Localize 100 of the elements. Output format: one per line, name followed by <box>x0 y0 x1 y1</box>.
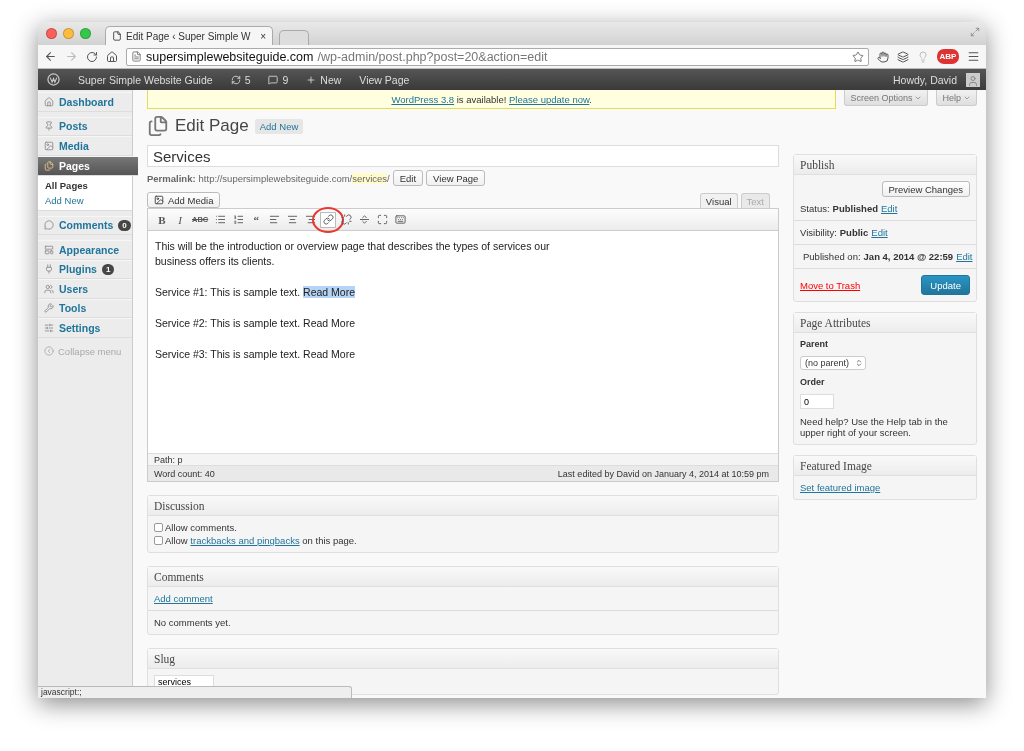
menu-icon[interactable] <box>967 50 980 63</box>
menu-item[interactable]: Appearance <box>38 240 132 260</box>
checkbox[interactable] <box>154 523 163 532</box>
close-light-icon[interactable] <box>46 28 57 39</box>
publish-label: Visibility: <box>800 227 837 238</box>
pages-icon <box>147 115 169 137</box>
hand-icon[interactable] <box>877 50 889 63</box>
star-icon[interactable] <box>852 50 864 63</box>
title-field[interactable]: Services <box>147 145 779 167</box>
paragraph: Service #2: This is sample text. Read More <box>155 316 356 331</box>
view-page-button[interactable]: View Page <box>426 170 486 186</box>
avatar-icon <box>966 72 980 87</box>
parent-select[interactable]: (no parent) <box>800 356 866 370</box>
status-bar: javascript:; <box>38 686 352 698</box>
page-title: Edit Page <box>175 116 249 136</box>
submenu-item[interactable]: Add New <box>45 194 132 206</box>
site-name-link[interactable]: Super Simple Website Guide <box>69 69 222 90</box>
menu-item[interactable]: Posts <box>38 116 132 136</box>
publish-panel: Publish Preview Changes Status: Published Edit Visibility: Public Edit Published on: Jan 4, 2014 @ 22:59 Edit Move to Trash Update <box>793 154 977 302</box>
wrench-icon <box>44 303 54 314</box>
text-link[interactable]: WordPress 3.8 <box>391 93 455 105</box>
link-icon[interactable] <box>320 211 337 228</box>
page-attributes-panel: Page Attributes Parent (no parent) Order 0 Need help? Use the Help tab in the upper right of your screen. <box>793 312 977 445</box>
paragraph: This will be the introduction or overview page that describes the types of services our business offers its clients. <box>155 239 551 269</box>
house-icon <box>44 96 54 107</box>
minimize-light-icon[interactable] <box>63 28 74 39</box>
discussion-panel: Discussion Allow comments. Allow trackbacks and pingbacks on this page. <box>147 495 779 553</box>
order-field[interactable]: 0 <box>800 394 834 409</box>
menu-item[interactable]: Settings <box>38 318 132 338</box>
layout-icon <box>44 244 54 255</box>
account-link[interactable]: Howdy, David <box>884 69 966 90</box>
menu-item[interactable]: Users <box>38 279 132 299</box>
unlink-icon[interactable] <box>338 211 355 228</box>
updates-link[interactable]: 5 <box>221 69 260 90</box>
path-text: Path: p <box>148 453 778 465</box>
edit-link[interactable]: Edit <box>871 227 888 238</box>
plus-icon <box>306 74 317 85</box>
add-new-button[interactable]: Add New <box>254 118 304 134</box>
checkbox-label: Allow trackbacks and pingbacks on this page. <box>165 535 357 546</box>
users-icon <box>44 283 54 294</box>
menu-item[interactable]: Comments 0 <box>38 215 132 235</box>
update-notice: WordPress 3.8 is available! Please update now. <box>147 90 837 109</box>
publish-value: Jan 4, 2014 @ 22:59 <box>863 251 954 262</box>
wordpress-logo-icon[interactable] <box>47 73 60 86</box>
screen-tab-button[interactable]: Help <box>936 90 977 106</box>
publish-value: Published <box>832 203 878 214</box>
comments-link[interactable]: 9 <box>259 69 298 90</box>
home-icon[interactable] <box>106 50 118 63</box>
set-featured-image-link[interactable]: Set featured image <box>800 482 970 493</box>
help-text: Need help? Use the Help tab in the upper right of your screen. <box>800 416 949 438</box>
add-media-button[interactable]: Add Media <box>147 192 221 208</box>
speech-bubble-icon <box>268 74 279 85</box>
menu-item[interactable]: Dashboard <box>38 92 132 112</box>
update-button[interactable]: Update <box>921 275 970 295</box>
reload-icon[interactable] <box>86 50 98 63</box>
move-to-trash-link[interactable]: Move to Trash <box>800 279 861 291</box>
edit-link[interactable]: Edit <box>881 203 898 214</box>
italic-button[interactable]: I <box>172 211 188 228</box>
last-edited-text: Last edited by David on January 4, 2014 at 10:59 pm <box>557 468 769 479</box>
speech-bubble-icon <box>44 220 54 231</box>
menu-item[interactable]: Tools <box>38 298 132 318</box>
layers-icon[interactable] <box>897 50 909 63</box>
menu-item[interactable]: Plugins 1 <box>38 259 132 279</box>
bold-button[interactable]: B <box>154 211 170 228</box>
address-bar[interactable]: supersimplewebsiteguide.com /wp-admin/post.php?post=20&action=edit <box>126 47 869 66</box>
back-icon[interactable] <box>44 50 57 63</box>
select-arrows-icon <box>855 359 863 367</box>
featured-image-panel: Featured Image Set featured image <box>793 455 977 500</box>
word-count: Word count: 40 <box>154 468 215 479</box>
text-link[interactable]: trackbacks and pingbacks <box>190 535 300 546</box>
screen-tab-button[interactable]: Screen Options <box>844 90 929 106</box>
permalink-label: Permalink: <box>147 172 196 184</box>
view-page-link[interactable]: View Page <box>350 69 419 90</box>
parent-label: Parent <box>800 339 829 349</box>
page-icon <box>112 31 122 41</box>
page-icon <box>131 51 142 62</box>
refresh-icon <box>230 74 241 85</box>
preview-button[interactable]: Preview Changes <box>881 181 970 197</box>
editor-tab[interactable]: Visual <box>699 193 738 208</box>
pin-icon <box>44 121 54 132</box>
menu-item[interactable]: Media <box>38 136 132 156</box>
expand-icon[interactable] <box>970 27 980 37</box>
tab-close[interactable]: × <box>260 30 266 42</box>
count-badge: 0 <box>118 219 131 231</box>
blockquote-button[interactable]: “ <box>248 211 265 228</box>
edit-button[interactable]: Edit <box>392 170 424 186</box>
comments-panel: Comments Add comment No comments yet. <box>147 566 779 635</box>
menu-item[interactable]: Pages <box>38 155 138 176</box>
edit-link[interactable]: Edit <box>956 251 973 262</box>
adblock-button[interactable]: ABP <box>937 49 959 64</box>
browser-tab[interactable]: Edit Page ‹ Super Simple W × <box>105 26 273 45</box>
empty-comments-text: No comments yet. <box>154 617 232 628</box>
zoom-light-icon[interactable] <box>80 28 91 39</box>
publish-value: Public <box>839 227 869 238</box>
plug-icon <box>44 264 54 275</box>
new-link[interactable]: New <box>297 69 351 90</box>
paragraph: Service #3: This is sample text. Read More <box>155 347 356 362</box>
checkbox[interactable] <box>154 536 163 545</box>
submenu-item[interactable]: All Pages <box>45 179 132 191</box>
add-comment-link[interactable]: Add comment <box>154 593 772 604</box>
